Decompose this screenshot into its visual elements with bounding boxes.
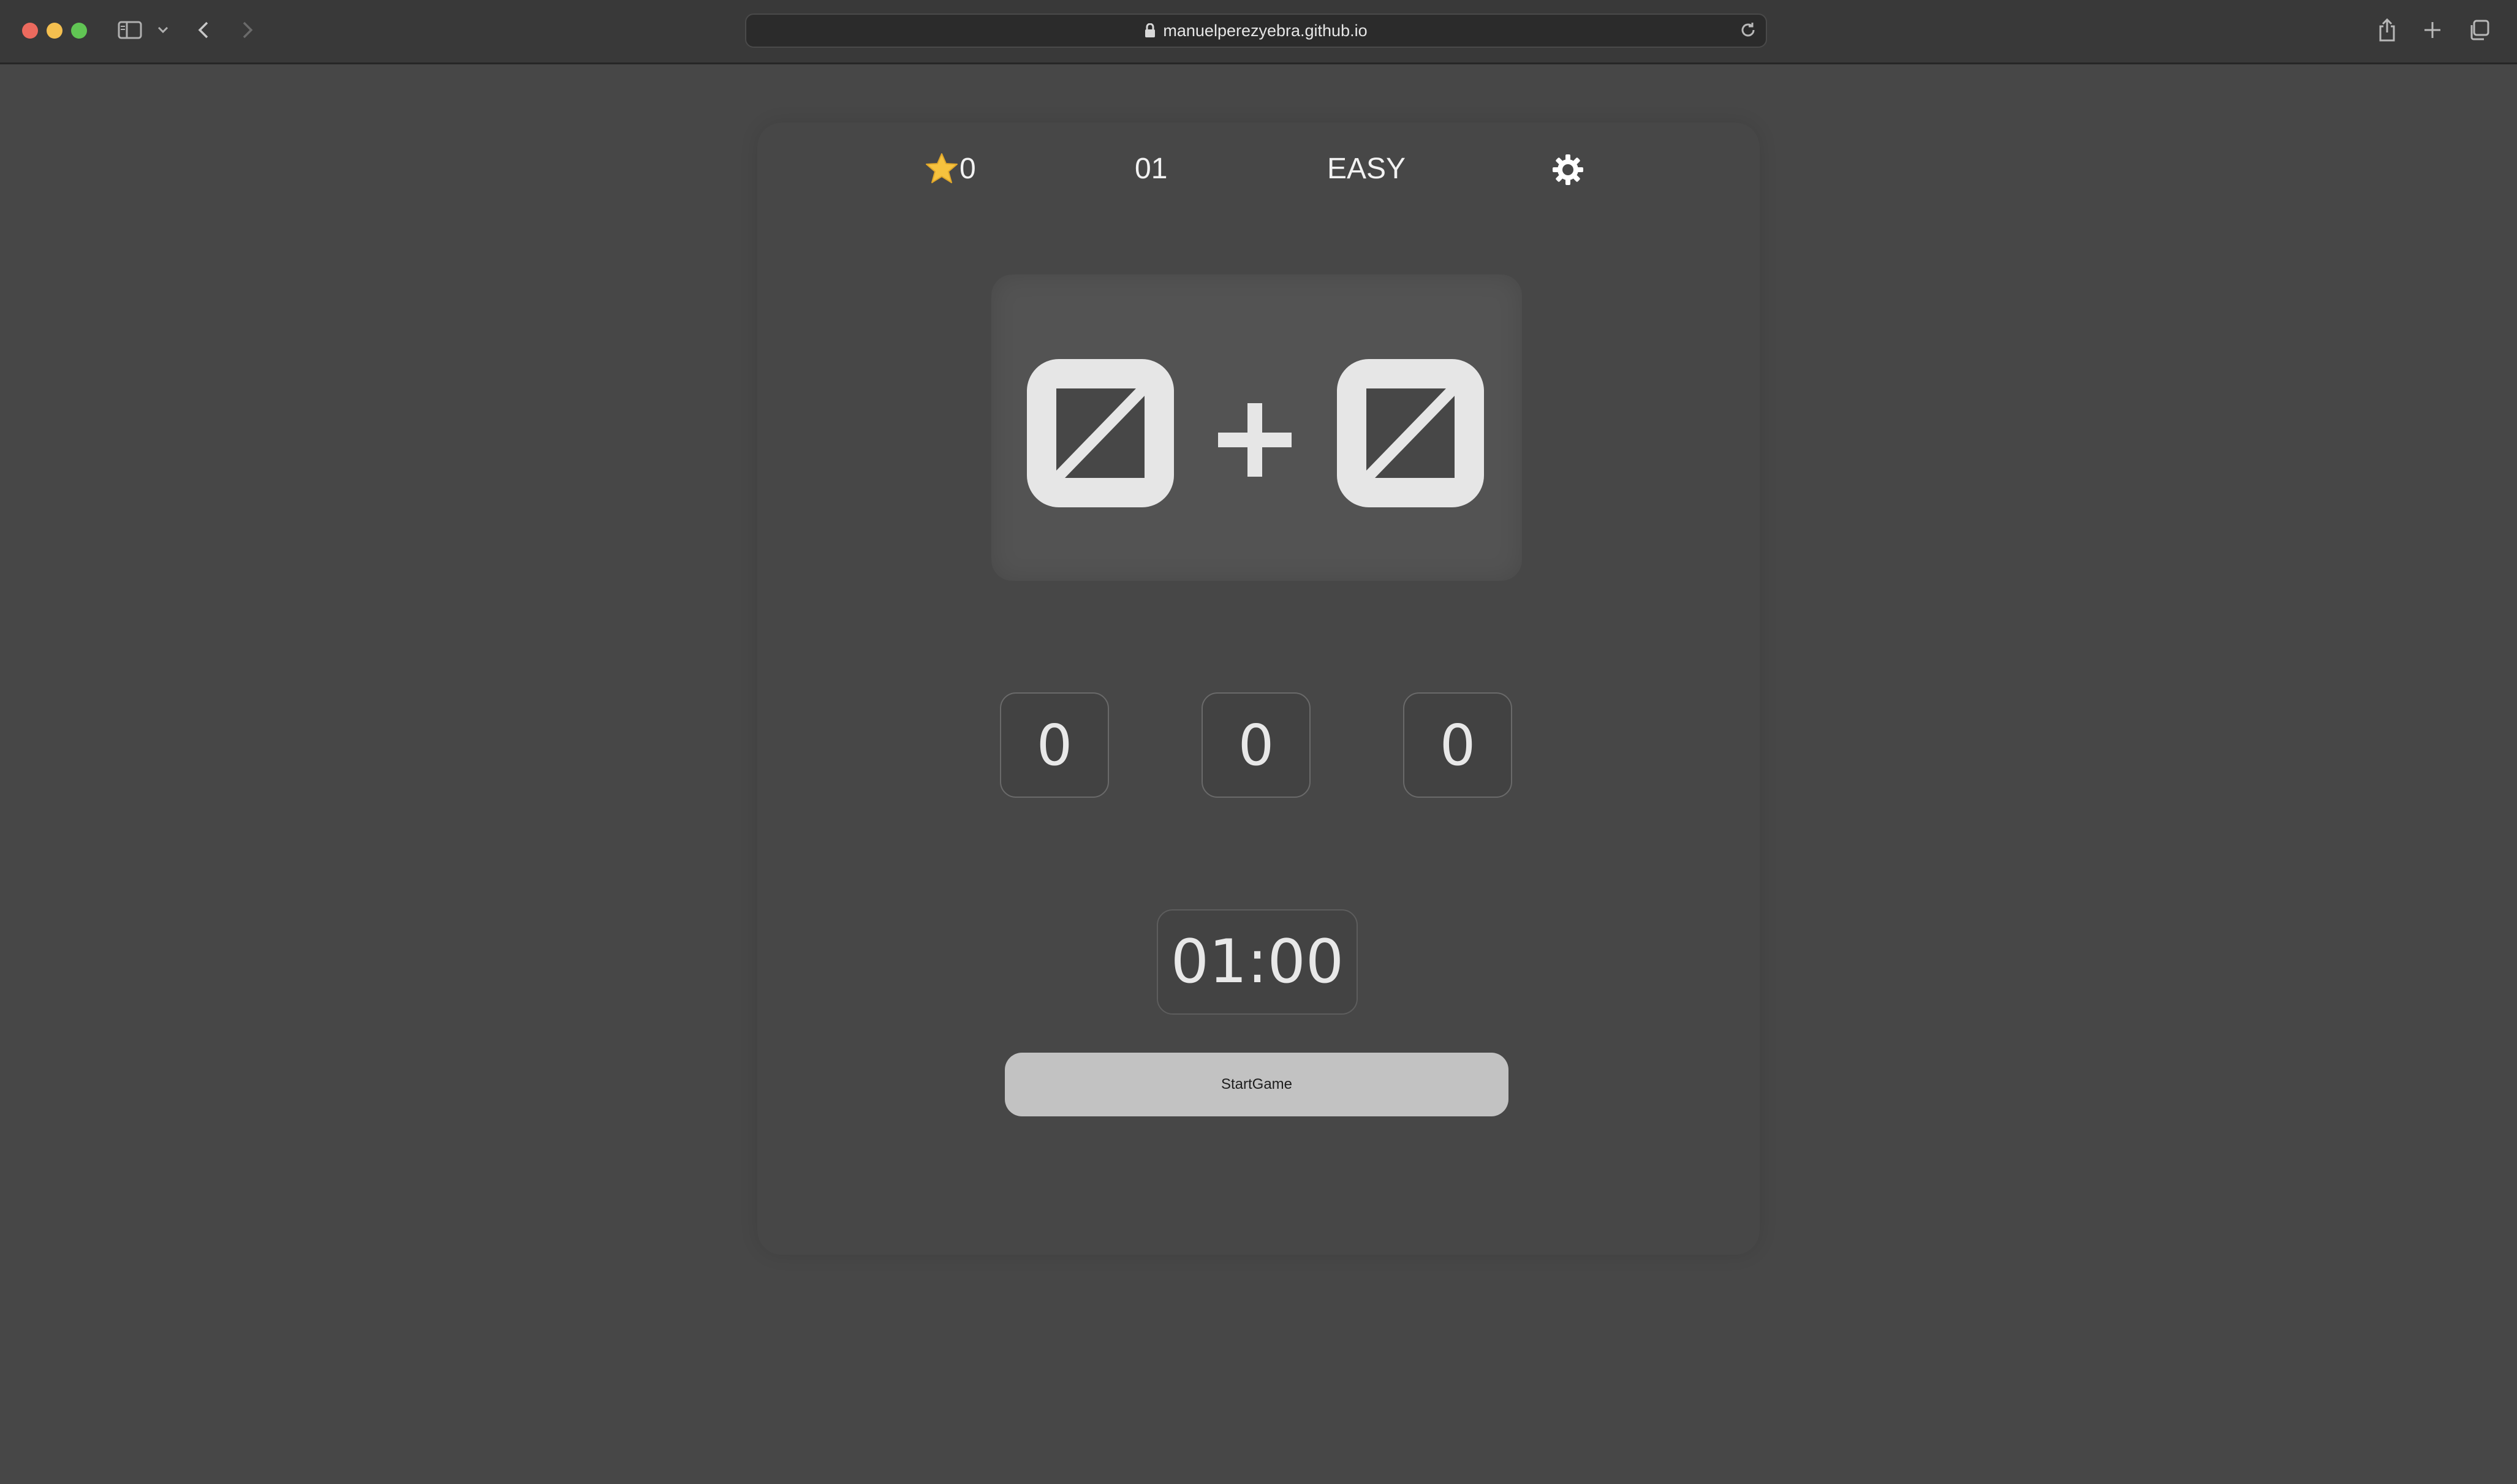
share-icon[interactable] bbox=[2377, 16, 2397, 44]
countdown-timer: 01:00 bbox=[1157, 909, 1358, 1015]
star-count: 0 bbox=[959, 152, 976, 185]
round-number: 01 bbox=[1135, 152, 1168, 185]
placeholder-digit-icon bbox=[1056, 388, 1145, 478]
minimize-window-button[interactable] bbox=[47, 23, 62, 39]
difficulty-label[interactable]: EASY bbox=[1327, 147, 1406, 190]
sidebar-toggle-icon[interactable] bbox=[118, 16, 142, 44]
close-window-button[interactable] bbox=[22, 23, 38, 39]
reload-icon[interactable] bbox=[1739, 21, 1757, 42]
equation-display bbox=[991, 274, 1522, 581]
tab-overview-icon[interactable] bbox=[2468, 16, 2490, 44]
placeholder-digit-icon bbox=[1366, 388, 1455, 478]
gear-icon[interactable] bbox=[1551, 153, 1584, 186]
answer-option-3[interactable]: 0 bbox=[1403, 692, 1512, 798]
back-icon[interactable] bbox=[197, 16, 210, 44]
new-tab-icon[interactable] bbox=[2423, 16, 2442, 44]
zoom-window-button[interactable] bbox=[71, 23, 87, 39]
star-icon bbox=[925, 153, 958, 184]
start-game-button[interactable]: StartGame bbox=[1005, 1053, 1508, 1116]
answer-option-1[interactable]: 0 bbox=[1000, 692, 1109, 798]
answer-option-2[interactable]: 0 bbox=[1202, 692, 1311, 798]
address-bar[interactable]: manuelperezyebra.github.io bbox=[745, 13, 1767, 48]
url-text: manuelperezyebra.github.io bbox=[1163, 21, 1368, 40]
plus-icon bbox=[1212, 397, 1298, 483]
star-counter: 0 bbox=[925, 147, 976, 190]
chevron-down-icon[interactable] bbox=[157, 16, 169, 44]
operand-right-tile bbox=[1337, 359, 1484, 507]
browser-toolbar: manuelperezyebra.github.io bbox=[0, 0, 2517, 64]
operand-left-tile bbox=[1027, 359, 1174, 507]
lock-icon bbox=[1145, 23, 1156, 38]
forward-icon[interactable] bbox=[241, 16, 254, 44]
